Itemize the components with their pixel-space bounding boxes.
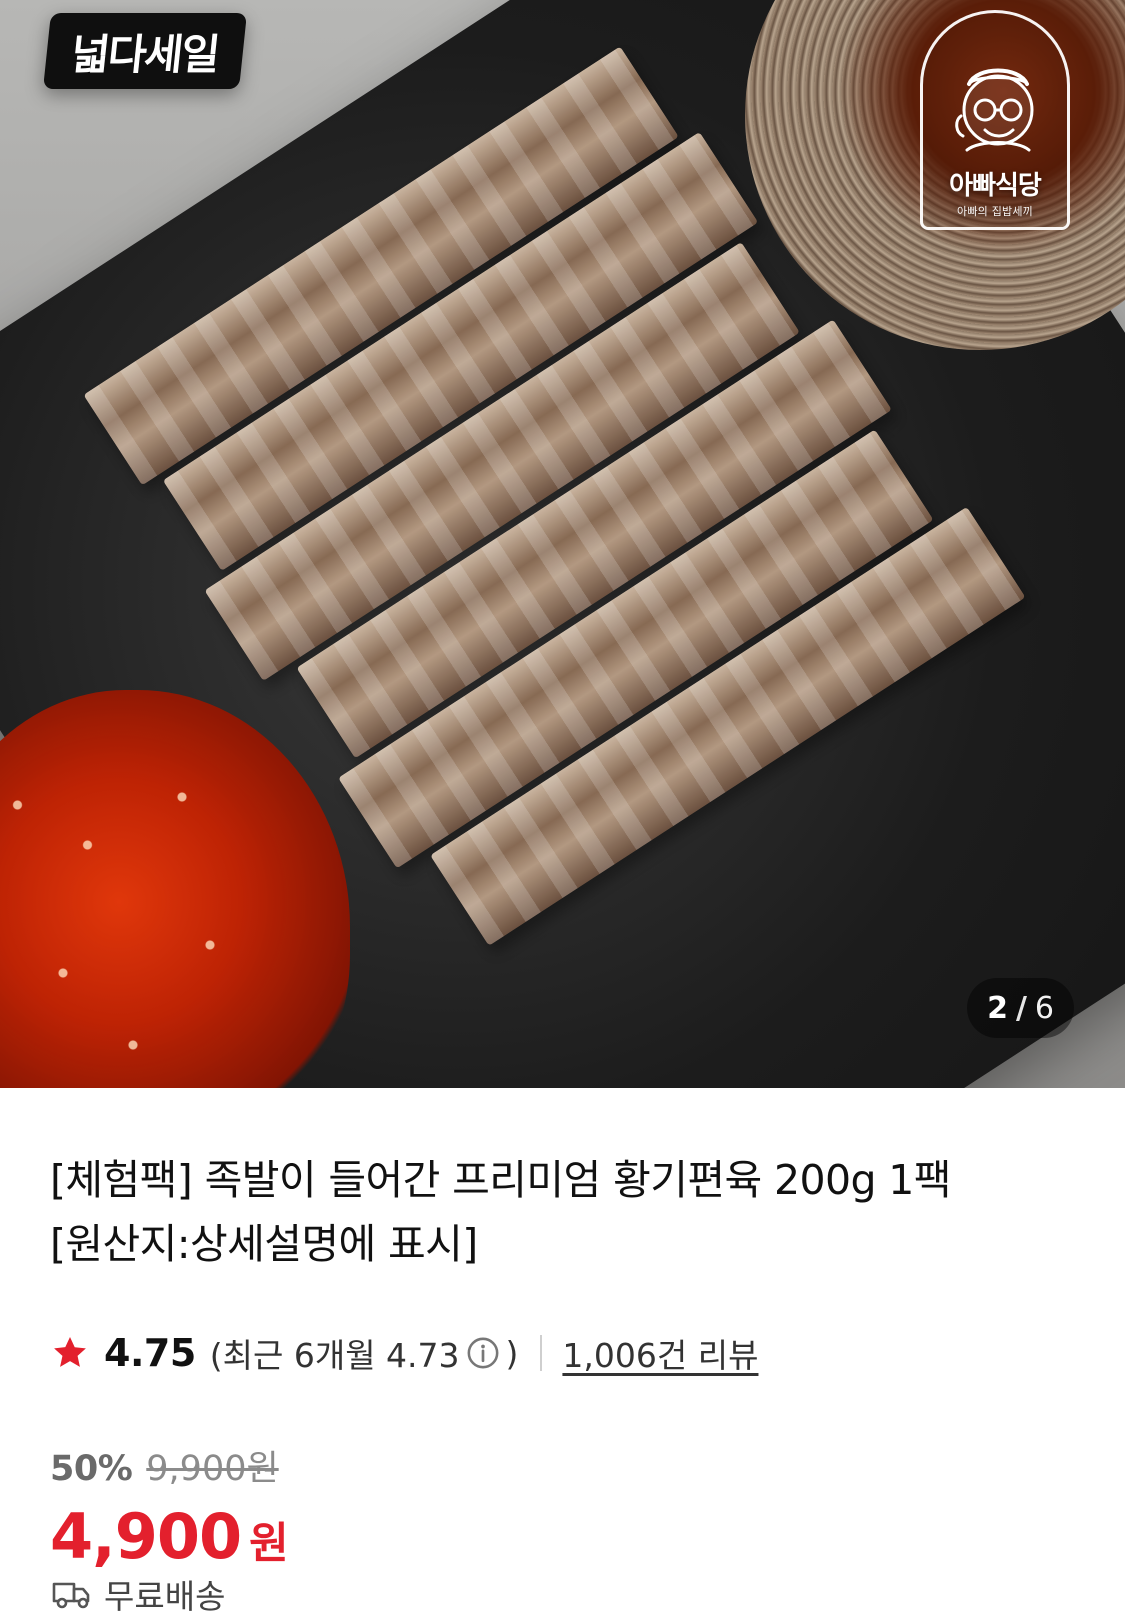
rating-row: 4.75 (최근 6개월 4.73 ) 1,006건 리뷰 bbox=[50, 1328, 758, 1378]
truck-icon bbox=[52, 1582, 90, 1609]
chef-face-icon bbox=[955, 68, 1034, 152]
sale-price-unit: 원 bbox=[249, 1519, 289, 1569]
brand-name: 아빠식당 bbox=[949, 171, 1042, 201]
shipping-row: 무료배송 bbox=[50, 1570, 225, 1618]
recent-rating: (최근 6개월 4.73 ) bbox=[210, 1329, 519, 1377]
rating-divider bbox=[540, 1335, 543, 1371]
product-image-gallery[interactable]: 넓다세일 아빠식당 아빠의 집밥세끼 2 / 6 bbox=[0, 0, 1125, 1088]
sale-badge: 넓다세일 bbox=[43, 13, 247, 89]
star-icon bbox=[54, 1337, 86, 1367]
original-price: 9,900원 bbox=[146, 1449, 279, 1489]
reviews-link[interactable]: 1,006건 리뷰 bbox=[562, 1329, 758, 1377]
info-circle-icon[interactable] bbox=[466, 1336, 500, 1370]
image-pager: 2 / 6 bbox=[967, 978, 1074, 1038]
product-title: [체험팩] 족발이 들어간 프리미엄 황기편육 200g 1팩 [원산지:상세설… bbox=[50, 1156, 952, 1268]
brand-tagline: 아빠의 집밥세끼 bbox=[957, 205, 1033, 218]
pager-current: 2 bbox=[987, 990, 1008, 1026]
pager-separator: / bbox=[1015, 990, 1027, 1026]
recent-rating-text: (최근 6개월 4.73 bbox=[209, 1336, 460, 1375]
sale-price: 4,900 bbox=[50, 1500, 242, 1573]
rating-value: 4.75 bbox=[104, 1331, 196, 1375]
recent-rating-close: ) bbox=[505, 1333, 519, 1373]
discount-percent: 50% bbox=[50, 1449, 133, 1489]
discount-row: 50% 9,900원 bbox=[50, 1440, 279, 1491]
product-summary: [체험팩] 족발이 들어간 프리미엄 황기편육 200g 1팩 [원산지:상세설… bbox=[50, 1088, 1075, 1620]
sale-price-row: 4,900 원 bbox=[50, 1506, 289, 1568]
pager-total: 6 bbox=[1034, 990, 1054, 1026]
shipping-text: 무료배송 bbox=[104, 1577, 226, 1616]
brand-logo: 아빠식당 아빠의 집밥세끼 bbox=[920, 10, 1070, 230]
